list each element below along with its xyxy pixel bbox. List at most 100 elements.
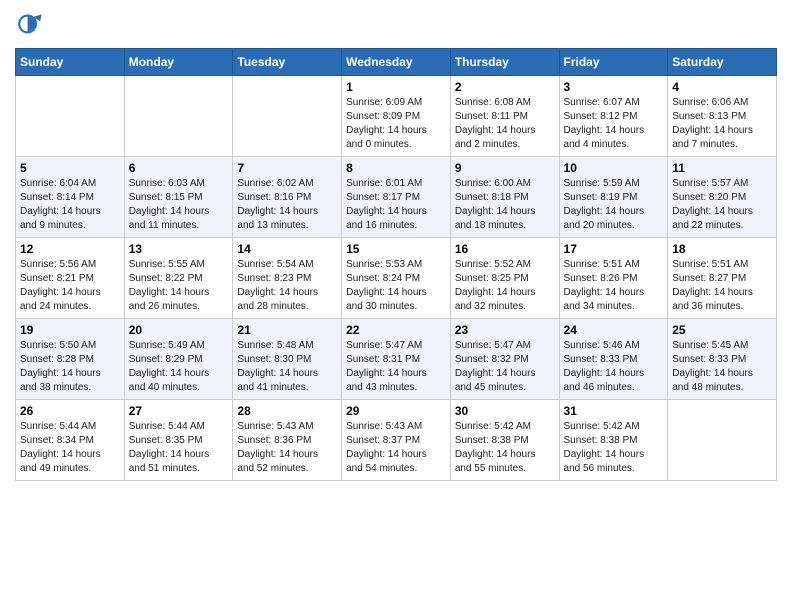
day-info: Sunrise: 5:57 AMSunset: 8:20 PMDaylight:… [672,177,772,233]
calendar-cell: 25Sunrise: 5:45 AMSunset: 8:33 PMDayligh… [668,319,777,400]
calendar-cell: 4Sunrise: 6:06 AMSunset: 8:13 PMDaylight… [668,76,777,157]
calendar-cell: 15 Sunrise: 5:53 AMSunset: 8:24 PMDayligh… [342,238,451,319]
day-number: 18 [672,242,772,256]
logo [15,10,46,38]
calendar-cell [124,76,233,157]
calendar-cell: 2 Sunrise: 6:08 AMSunset: 8:11 PMDaylight… [450,76,559,157]
day-info: Sunrise: 6:09 AMSunset: 8:09 PMDaylight:… [346,96,446,152]
day-number: 3 [564,80,664,94]
day-info: Sunrise: 5:47 AMSunset: 8:32 PMDaylight:… [455,339,555,395]
calendar-cell: 31 Sunrise: 5:42 AMSunset: 8:38 PMDayligh… [559,400,668,481]
day-number: 27 [129,404,229,418]
header-monday: Monday [124,49,233,76]
calendar-week-4: 19 Sunrise: 5:50 AMSunset: 8:28 PMDayligh… [16,319,777,400]
day-info: Sunrise: 6:03 AMSunset: 8:15 PMDaylight:… [129,177,229,233]
header-sunday: Sunday [16,49,125,76]
day-number: 13 [129,242,229,256]
day-number: 26 [20,404,120,418]
calendar-week-1: 1 Sunrise: 6:09 AMSunset: 8:09 PMDaylight… [16,76,777,157]
header-friday: Friday [559,49,668,76]
day-info: Sunrise: 6:00 AMSunset: 8:18 PMDaylight:… [455,177,555,233]
calendar-cell: 12 Sunrise: 5:56 AMSunset: 8:21 PMDayligh… [16,238,125,319]
calendar-cell: 5 Sunrise: 6:04 AMSunset: 8:14 PMDaylight… [16,157,125,238]
day-number: 1 [346,80,446,94]
calendar-cell: 16Sunrise: 5:52 AMSunset: 8:25 PMDayligh… [450,238,559,319]
day-info: Sunrise: 5:54 AMSunset: 8:23 PMDaylight:… [237,258,337,314]
day-info: Sunrise: 5:53 AMSunset: 8:24 PMDaylight:… [346,258,446,314]
day-number: 15 [346,242,446,256]
calendar-cell: 14 Sunrise: 5:54 AMSunset: 8:23 PMDayligh… [233,238,342,319]
header-saturday: Saturday [668,49,777,76]
calendar-cell: 20 Sunrise: 5:49 AMSunset: 8:29 PMDayligh… [124,319,233,400]
day-info: Sunrise: 5:44 AMSunset: 8:35 PMDaylight:… [129,420,229,476]
day-info: Sunrise: 6:01 AMSunset: 8:17 PMDaylight:… [346,177,446,233]
day-info: Sunrise: 5:59 AMSunset: 8:19 PMDaylight:… [564,177,664,233]
calendar-cell [668,400,777,481]
day-number: 31 [564,404,664,418]
day-info: Sunrise: 6:07 AMSunset: 8:12 PMDaylight:… [564,96,664,152]
calendar-header-row: SundayMondayTuesdayWednesdayThursdayFrid… [16,49,777,76]
day-info: Sunrise: 5:56 AMSunset: 8:21 PMDaylight:… [20,258,120,314]
calendar-week-2: 5 Sunrise: 6:04 AMSunset: 8:14 PMDaylight… [16,157,777,238]
day-info: Sunrise: 6:04 AMSunset: 8:14 PMDaylight:… [20,177,120,233]
day-info: Sunrise: 5:51 AMSunset: 8:27 PMDaylight:… [672,258,772,314]
calendar-cell: 23 Sunrise: 5:47 AMSunset: 8:32 PMDayligh… [450,319,559,400]
day-info: Sunrise: 5:43 AMSunset: 8:36 PMDaylight:… [237,420,337,476]
calendar-cell: 28 Sunrise: 5:43 AMSunset: 8:36 PMDayligh… [233,400,342,481]
day-number: 28 [237,404,337,418]
day-info: Sunrise: 5:55 AMSunset: 8:22 PMDaylight:… [129,258,229,314]
day-info: Sunrise: 6:02 AMSunset: 8:16 PMDaylight:… [237,177,337,233]
calendar-cell: 24 Sunrise: 5:46 AMSunset: 8:33 PMDayligh… [559,319,668,400]
day-info: Sunrise: 5:50 AMSunset: 8:28 PMDaylight:… [20,339,120,395]
day-info: Sunrise: 5:52 AMSunset: 8:25 PMDaylight:… [455,258,555,314]
calendar-cell: 22 Sunrise: 5:47 AMSunset: 8:31 PMDayligh… [342,319,451,400]
calendar-cell: 11 Sunrise: 5:57 AMSunset: 8:20 PMDayligh… [668,157,777,238]
calendar-cell [16,76,125,157]
day-info: Sunrise: 5:45 AMSunset: 8:33 PMDaylight:… [672,339,772,395]
calendar-cell: 18 Sunrise: 5:51 AMSunset: 8:27 PMDayligh… [668,238,777,319]
day-info: Sunrise: 5:49 AMSunset: 8:29 PMDaylight:… [129,339,229,395]
day-number: 30 [455,404,555,418]
day-number: 23 [455,323,555,337]
day-info: Sunrise: 5:51 AMSunset: 8:26 PMDaylight:… [564,258,664,314]
calendar-week-3: 12 Sunrise: 5:56 AMSunset: 8:21 PMDayligh… [16,238,777,319]
day-info: Sunrise: 5:42 AMSunset: 8:38 PMDaylight:… [455,420,555,476]
day-number: 4 [672,80,772,94]
logo-icon [15,10,43,38]
day-number: 19 [20,323,120,337]
day-number: 7 [237,161,337,175]
day-number: 21 [237,323,337,337]
day-number: 8 [346,161,446,175]
calendar-cell: 29Sunrise: 5:43 AMSunset: 8:37 PMDayligh… [342,400,451,481]
day-number: 17 [564,242,664,256]
calendar-cell: 9Sunrise: 6:00 AMSunset: 8:18 PMDaylight… [450,157,559,238]
calendar-cell: 13 Sunrise: 5:55 AMSunset: 8:22 PMDayligh… [124,238,233,319]
calendar-week-5: 26 Sunrise: 5:44 AMSunset: 8:34 PMDayligh… [16,400,777,481]
calendar-cell: 19 Sunrise: 5:50 AMSunset: 8:28 PMDayligh… [16,319,125,400]
day-number: 24 [564,323,664,337]
calendar-cell: 30 Sunrise: 5:42 AMSunset: 8:38 PMDayligh… [450,400,559,481]
calendar-cell: 6Sunrise: 6:03 AMSunset: 8:15 PMDaylight… [124,157,233,238]
header-tuesday: Tuesday [233,49,342,76]
day-number: 5 [20,161,120,175]
day-info: Sunrise: 5:44 AMSunset: 8:34 PMDaylight:… [20,420,120,476]
day-number: 2 [455,80,555,94]
day-info: Sunrise: 5:47 AMSunset: 8:31 PMDaylight:… [346,339,446,395]
day-number: 14 [237,242,337,256]
day-number: 11 [672,161,772,175]
calendar-cell: 3 Sunrise: 6:07 AMSunset: 8:12 PMDaylight… [559,76,668,157]
day-number: 10 [564,161,664,175]
calendar-cell: 17 Sunrise: 5:51 AMSunset: 8:26 PMDayligh… [559,238,668,319]
day-info: Sunrise: 5:42 AMSunset: 8:38 PMDaylight:… [564,420,664,476]
day-number: 12 [20,242,120,256]
day-info: Sunrise: 5:48 AMSunset: 8:30 PMDaylight:… [237,339,337,395]
day-info: Sunrise: 5:46 AMSunset: 8:33 PMDaylight:… [564,339,664,395]
calendar-cell: 10 Sunrise: 5:59 AMSunset: 8:19 PMDayligh… [559,157,668,238]
header-thursday: Thursday [450,49,559,76]
day-number: 20 [129,323,229,337]
calendar-cell: 26 Sunrise: 5:44 AMSunset: 8:34 PMDayligh… [16,400,125,481]
header-wednesday: Wednesday [342,49,451,76]
day-info: Sunrise: 5:43 AMSunset: 8:37 PMDaylight:… [346,420,446,476]
day-info: Sunrise: 6:08 AMSunset: 8:11 PMDaylight:… [455,96,555,152]
day-number: 22 [346,323,446,337]
